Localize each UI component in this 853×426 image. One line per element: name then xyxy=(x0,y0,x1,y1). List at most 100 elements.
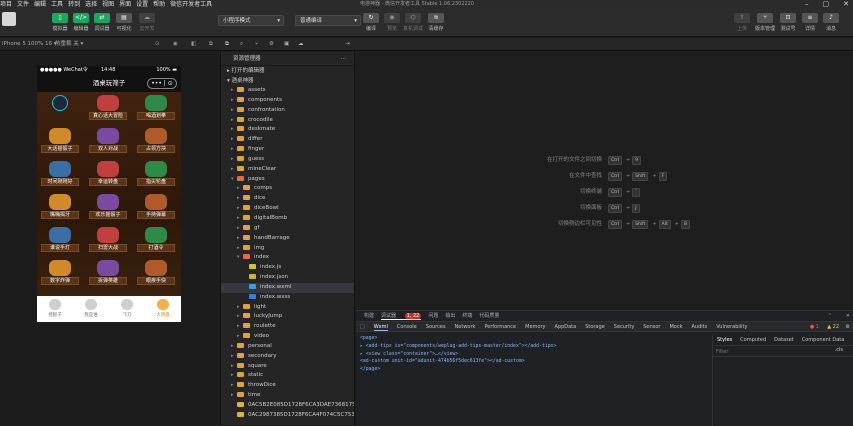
tab-output[interactable]: 输出 xyxy=(445,313,455,319)
tab-debugger[interactable]: 调试器 1, 22 xyxy=(381,313,422,320)
close-panel-icon[interactable]: ✕ xyxy=(846,311,850,321)
folder-item[interactable]: ▸ light xyxy=(221,303,354,313)
menu-file[interactable]: 文件 xyxy=(17,1,29,8)
game-cell[interactable]: 指尖轮盘 xyxy=(137,161,175,188)
layout-icon[interactable]: ⇥ xyxy=(345,38,350,51)
more-actions-icon[interactable]: ··· xyxy=(341,52,346,66)
filter-input[interactable] xyxy=(716,348,816,355)
files-icon[interactable]: ⧉ xyxy=(225,38,229,51)
folder-item[interactable]: ▾ pages xyxy=(221,175,354,185)
file-item[interactable]: 0AC2987385D1728F6CA4F074C5C7533... xyxy=(221,411,354,421)
tab-styles[interactable]: Styles xyxy=(717,337,732,343)
file-item[interactable]: index.wxml xyxy=(221,282,354,293)
menu-view[interactable]: 视图 xyxy=(102,1,114,8)
folder-item[interactable]: ▸ static xyxy=(221,371,354,381)
folder-item[interactable]: ▸ deskmate xyxy=(221,125,354,135)
folder-item[interactable]: ▸ mineClear xyxy=(221,165,354,175)
more-icon[interactable]: ••• xyxy=(151,80,162,87)
search-icon[interactable]: ⌕ xyxy=(240,38,243,51)
inspect-icon[interactable]: ⬚ xyxy=(360,324,365,330)
project-section[interactable]: ▾ 酒桌神器 xyxy=(221,76,354,86)
extensions-icon[interactable]: ▣ xyxy=(284,38,289,51)
menu-wechat-devtools[interactable]: 微信开发者工具 xyxy=(170,1,212,8)
tab-build[interactable]: 构建 xyxy=(364,313,374,319)
game-cell[interactable]: 眼疾手快 xyxy=(137,260,175,287)
code-line[interactable]: <ad-custom unit-id="adunit-474b56f5dec61… xyxy=(360,358,712,366)
tab-terminal[interactable]: 终端 xyxy=(462,313,472,319)
code-line[interactable]: <page> xyxy=(360,335,712,343)
game-cell[interactable]: 扫雷大战 xyxy=(89,227,127,254)
hot-reload-select[interactable]: 热重载 关 ▾ xyxy=(55,38,83,51)
game-cell[interactable]: 打酒令 xyxy=(137,227,175,254)
folder-item[interactable]: ▸ throwDice xyxy=(221,381,354,391)
folder-item[interactable]: ▸ luckyJump xyxy=(221,312,354,322)
tab-console[interactable]: Console xyxy=(397,324,417,330)
tab-performance[interactable]: Performance xyxy=(484,324,516,330)
tab-code-quality[interactable]: 代码质量 xyxy=(479,313,499,319)
file-item[interactable]: 0AC5B2E085D1728F6CA3DAE73681753... xyxy=(221,401,354,411)
game-cell[interactable]: 双人对战 xyxy=(89,128,127,155)
maximize-icon[interactable]: ▢ xyxy=(823,0,830,8)
folder-item[interactable]: ▸ roulette xyxy=(221,322,354,332)
code-line[interactable]: ▸ <view class="container">…</view> xyxy=(360,351,712,359)
game-cell[interactable]: 幸运转盘 xyxy=(89,161,127,188)
capsule-menu[interactable]: ••• | ⊙ xyxy=(147,78,177,89)
folder-item[interactable]: ▸ differ xyxy=(221,135,354,145)
clear-cache-button[interactable]: ≋ 清缓存 xyxy=(423,13,449,32)
folder-item[interactable]: ▸ time xyxy=(221,391,354,401)
folder-item[interactable]: ▸ crocodile xyxy=(221,116,354,126)
game-cell[interactable]: 嘴嗨揭牙 xyxy=(41,194,79,221)
tab-component-data[interactable]: Component Data xyxy=(802,337,845,343)
minimize-icon[interactable]: – xyxy=(805,0,809,8)
tab-memory[interactable]: Memory xyxy=(525,324,545,330)
tab-mock[interactable]: Mock xyxy=(669,324,682,330)
game-cell[interactable]: 喝酒划拳 xyxy=(137,95,175,122)
game-cell[interactable]: 数字炸弹 xyxy=(41,260,79,287)
tab-who[interactable]: 我是谁 xyxy=(73,299,109,318)
tab-wxml[interactable]: Wxml xyxy=(373,324,388,331)
folder-item[interactable]: ▸ digitalBomb xyxy=(221,214,354,224)
tab-audits[interactable]: Audits xyxy=(691,324,707,330)
tab-knife[interactable]: 飞刀 xyxy=(109,299,145,318)
cls-toggle[interactable]: .cls xyxy=(835,347,843,353)
game-cell[interactable]: 欢乐摇骰子 xyxy=(89,194,127,221)
tab-computed[interactable]: Computed xyxy=(740,337,766,343)
folder-item[interactable]: ▸ diceBowl xyxy=(221,204,354,214)
device-select[interactable]: iPhone 5 100% 16 ▾ xyxy=(2,38,57,51)
file-item[interactable]: index.js xyxy=(221,263,354,273)
folder-item[interactable]: ▾ index xyxy=(221,253,354,263)
open-editors-section[interactable]: ▸ 打开的编辑器 xyxy=(221,66,354,76)
tab-dice[interactable]: 摇骰子 xyxy=(37,299,73,318)
game-cell[interactable]: 谁说手灯 xyxy=(41,227,79,254)
tab-security[interactable]: Security xyxy=(614,324,635,330)
folder-item[interactable]: ▸ gf xyxy=(221,224,354,234)
tab-wheel[interactable]: 大转盘 xyxy=(145,299,181,318)
menu-edit[interactable]: 编辑 xyxy=(34,1,46,8)
folder-item[interactable]: ▸ guess xyxy=(221,155,354,165)
git-icon[interactable]: ⑂ xyxy=(255,38,258,51)
game-cell[interactable] xyxy=(41,95,79,122)
file-item[interactable]: index.wxss xyxy=(221,293,354,303)
record-icon[interactable]: ◉ xyxy=(173,38,178,51)
gear-icon[interactable]: ⚙ xyxy=(846,322,850,333)
game-cell[interactable]: 拆弹英雄 xyxy=(89,260,127,287)
game-cell[interactable]: 大话摇骰子 xyxy=(41,128,79,155)
cloud-button[interactable]: ☁ 云开发 xyxy=(134,13,160,32)
folder-item[interactable]: ▸ square xyxy=(221,362,354,372)
tab-storage[interactable]: Storage xyxy=(585,324,605,330)
folder-item[interactable]: ▸ confrontation xyxy=(221,106,354,116)
game-cell[interactable]: 手持弹幕 xyxy=(137,194,175,221)
error-count[interactable]: ● 1 xyxy=(810,322,819,333)
folder-item[interactable]: ▸ finger xyxy=(221,145,354,155)
menu-goto[interactable]: 转到 xyxy=(68,1,80,8)
folder-item[interactable]: ▸ img xyxy=(221,244,354,254)
folder-item[interactable]: ▸ personal xyxy=(221,342,354,352)
menu-settings[interactable]: 设置 xyxy=(136,1,148,8)
game-cell[interactable]: 时间刚刚好 xyxy=(41,161,79,188)
warning-count[interactable]: ▲ 22 xyxy=(827,322,839,333)
mode-select[interactable]: 小程序模式 ▾ xyxy=(218,15,284,26)
game-cell[interactable]: 占领方块 xyxy=(137,128,175,155)
tab-sensor[interactable]: Sensor xyxy=(643,324,660,330)
folder-item[interactable]: ▸ handBarrage xyxy=(221,234,354,244)
folder-item[interactable]: ▸ comps xyxy=(221,184,354,194)
